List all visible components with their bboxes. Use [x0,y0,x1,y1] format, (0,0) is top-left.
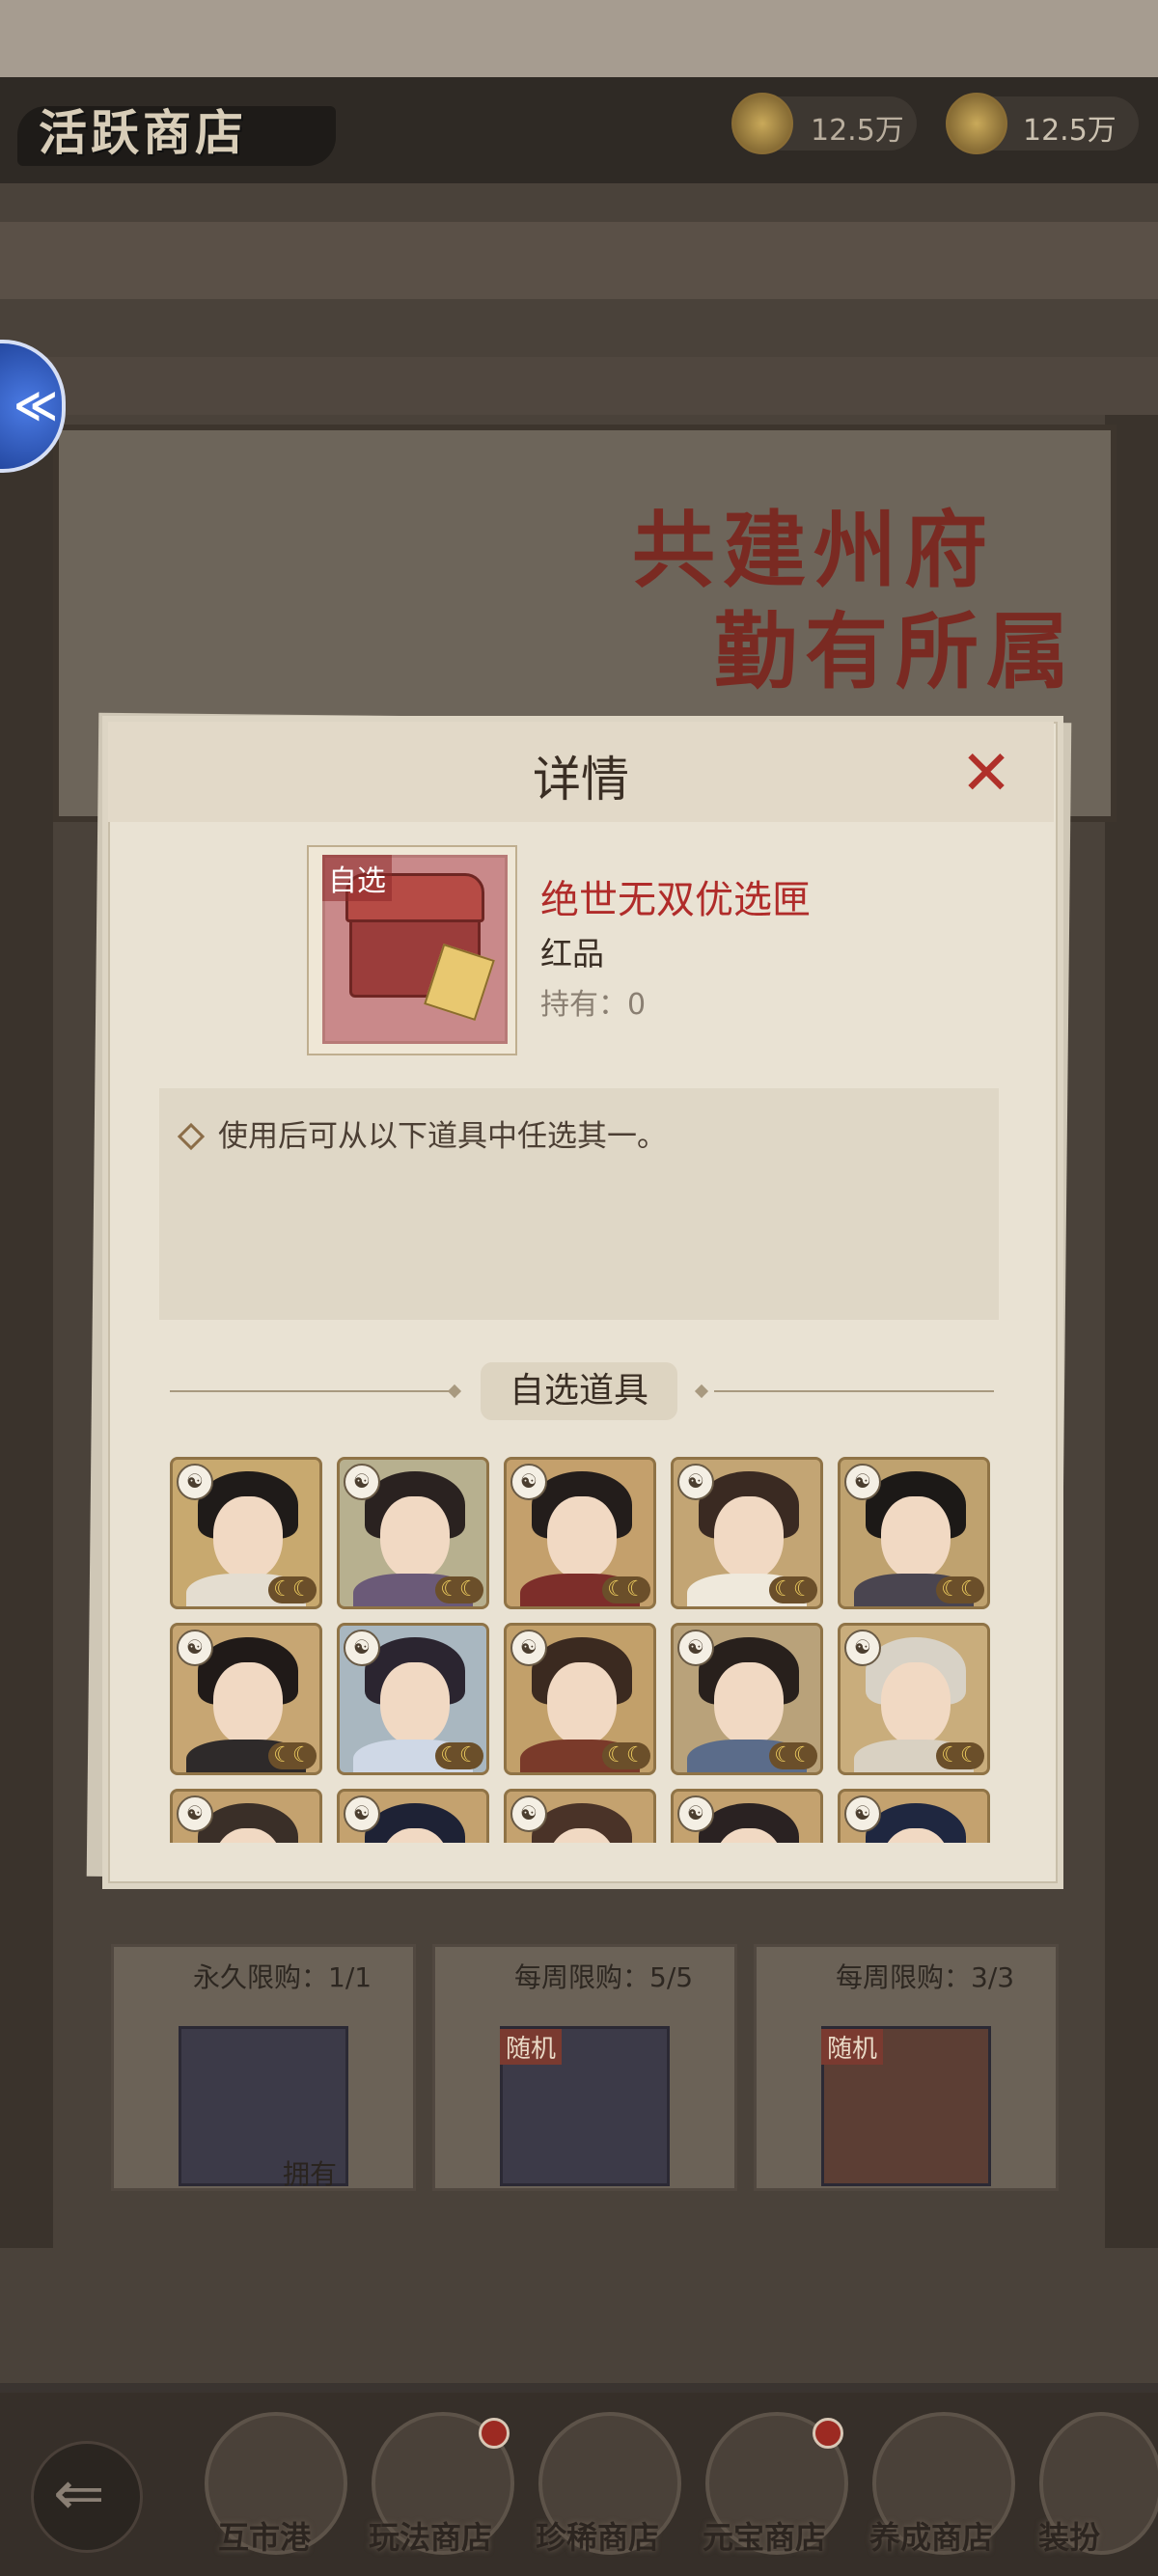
copper-coin-icon [731,93,793,154]
hero-face [547,1496,617,1579]
scholar-icon: ☯ [844,1630,881,1666]
random-tag: 随机 [500,2029,563,2065]
hero-face [714,1662,784,1745]
hero-card[interactable]: ☯ ☾☾ [170,1457,322,1609]
hero-face [881,1496,951,1579]
star-rank-badge: ☾☾ [602,1742,650,1769]
hero-card[interactable]: ☯ ☾☾ [671,1457,823,1609]
hero-card[interactable]: ☯ ☾☾ [337,1457,489,1609]
scholar-icon: ☯ [510,1630,547,1666]
hero-face [213,1496,283,1579]
hero-card[interactable]: ☯ ☾☾ [504,1457,656,1609]
scholar-icon: ☯ [344,1464,380,1500]
status-strip [0,0,1158,77]
star-rank-badge: ☾☾ [602,1576,650,1603]
hero-card[interactable]: ☯ [170,1789,322,1843]
scholar-icon: ☯ [177,1795,213,1832]
scholar-icon: ☯ [677,1464,714,1500]
nav-label-yuanbao: 元宝商店 [703,2519,827,2556]
hero-card[interactable]: ☯ ☾☾ [504,1623,656,1775]
star-rank-badge: ☾☾ [435,1576,483,1603]
modal-title: 详情 [533,752,629,808]
star-rank-badge: ☾☾ [769,1576,817,1603]
section-divider-right [714,1390,994,1392]
hero-face [380,1496,450,1579]
nav-label-hushigang: 互市港 [218,2519,312,2556]
random-tag: 随机 [821,2029,884,2065]
item-name: 绝世无双优选匣 [540,878,811,922]
section-divider-left [170,1390,450,1392]
notification-dot [479,2418,510,2449]
hero-card[interactable]: ☯ [838,1789,990,1843]
hero-face [380,1662,450,1745]
scholar-icon: ☯ [677,1795,714,1832]
scholar-icon: ☯ [344,1630,380,1666]
notification-dot [813,2418,843,2449]
nav-label-zhenxi: 珍稀商店 [536,2519,660,2556]
currency-copper-value: 12.5万 [811,114,904,148]
hero-card[interactable]: ☯ ☾☾ [170,1623,322,1775]
owned-label: 拥有 [283,2158,338,2190]
section-title: 自选道具 [481,1362,677,1420]
star-rank-badge: ☾☾ [936,1576,984,1603]
hero-face [547,1662,617,1745]
shop-title: 活跃商店 [39,104,247,161]
nav-label-yangcheng: 养成商店 [869,2519,994,2556]
hero-card[interactable]: ☯ ☾☾ [337,1623,489,1775]
selectable-items-grid: ☯ ☾☾ ☯ ☾☾ ☯ ☾☾ ☯ ☾☾ ☯ ☾☾ ☯ ☾☾ ☯ ☾☾ ☯ ☾☾ ☯ ☾☾ ☯ ☾☾ ☯ ☯ ☯ ☯ ☯ [170,1457,994,1843]
currency-gold-value: 12.5万 [1023,114,1117,148]
nav-label-zhuangban: 装扮 [1038,2519,1101,2556]
description-text: 使用后可从以下道具中任选其一。 [218,1119,667,1154]
bullet-diamond-icon [177,1122,206,1150]
description: 使用后可从以下道具中任选其一。 [172,1111,667,1155]
hero-card[interactable]: ☯ [504,1789,656,1843]
scholar-icon: ☯ [677,1630,714,1666]
hero-card[interactable]: ☯ ☾☾ [838,1623,990,1775]
scholar-icon: ☯ [177,1630,213,1666]
hero-card[interactable]: ☯ ☾☾ [671,1623,823,1775]
scholar-icon: ☯ [344,1795,380,1832]
self-select-tag: 自选 [322,855,392,901]
roof-beam [0,222,1158,299]
shop-card-2-limit: 每周限购：5/5 [514,1961,694,1993]
hero-face [881,1662,951,1745]
menu-collapse-icon: ≪ [14,381,59,430]
item-owned-count: 持有：0 [540,988,647,1022]
shop-card-3-limit: 每周限购：3/3 [836,1961,1015,1993]
roof-beam-lower [0,357,1158,415]
scholar-icon: ☯ [844,1795,881,1832]
gold-coin-icon [946,93,1007,154]
star-rank-badge: ☾☾ [435,1742,483,1769]
shop-card-1-limit: 永久限购：1/1 [193,1961,372,1993]
star-rank-badge: ☾☾ [268,1576,317,1603]
hero-card[interactable]: ☯ ☾☾ [838,1457,990,1609]
hero-face [213,1662,283,1745]
scholar-icon: ☯ [510,1464,547,1500]
scholar-icon: ☯ [510,1795,547,1832]
left-pillar [0,415,53,2248]
nav-label-wanfa: 玩法商店 [369,2519,493,2556]
hero-face [714,1496,784,1579]
star-rank-badge: ☾☾ [936,1742,984,1769]
scholar-icon: ☯ [844,1464,881,1500]
close-button[interactable]: ✕ [955,743,1017,805]
hero-card[interactable]: ☯ [337,1789,489,1843]
star-rank-badge: ☾☾ [769,1742,817,1769]
scholar-icon: ☯ [177,1464,213,1500]
banner-line-2: 勤有所属 [714,603,1077,700]
back-arrow-icon: ⇐ [53,2458,105,2530]
star-rank-badge: ☾☾ [268,1742,317,1769]
item-grade: 红品 [540,935,604,973]
hero-card[interactable]: ☯ [671,1789,823,1843]
